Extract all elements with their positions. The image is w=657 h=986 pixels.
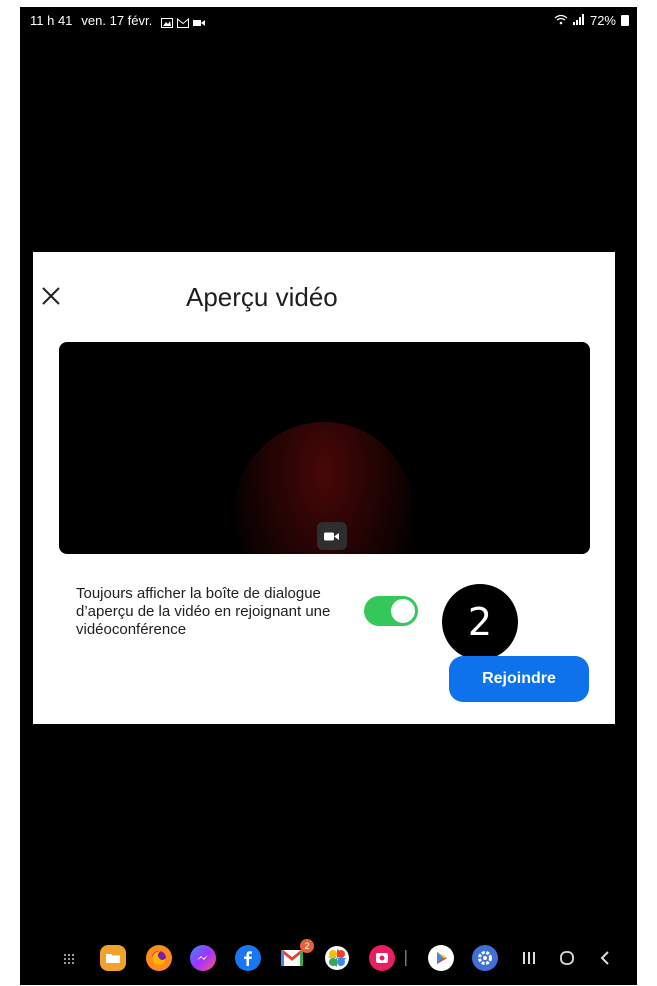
recents-icon[interactable]: [516, 945, 542, 971]
taskbar-divider: [404, 945, 408, 971]
video-icon: [193, 16, 206, 26]
join-button[interactable]: Rejoindre: [449, 656, 589, 702]
close-button[interactable]: [36, 283, 66, 313]
wifi-icon: [554, 13, 568, 28]
play-store-icon[interactable]: [428, 945, 454, 971]
messenger-icon[interactable]: [190, 945, 216, 971]
gmail-icon: [177, 16, 190, 28]
photos-icon[interactable]: [324, 945, 350, 971]
home-icon[interactable]: [554, 945, 580, 971]
gmail-notification-badge: 2: [300, 939, 314, 953]
notification-icons: [161, 16, 206, 28]
dialog-title: Aperçu vidéo: [186, 282, 338, 312]
always-show-preview-toggle[interactable]: [364, 596, 418, 626]
screen-recorder-icon[interactable]: [369, 945, 395, 971]
step-number-badge: 2: [442, 584, 518, 660]
status-bar: 11 h 41 ven. 17 févr. 72%: [20, 7, 637, 33]
status-time: 11 h 41: [30, 13, 73, 28]
battery-percent: 72%: [589, 13, 616, 28]
toggle-knob: [391, 599, 415, 623]
battery-icon: [621, 15, 629, 26]
settings-icon[interactable]: [472, 945, 498, 971]
gallery-icon: [161, 16, 174, 28]
facebook-icon[interactable]: [235, 945, 261, 971]
files-icon[interactable]: [100, 945, 126, 971]
video-preview-area: [59, 342, 590, 554]
status-date: ven. 17 févr.: [81, 13, 153, 28]
signal-icon: [572, 13, 585, 28]
camera-icon: [317, 522, 347, 550]
toggle-label: Toujours afficher la boîte de dialogue d…: [76, 585, 331, 638]
firefox-icon[interactable]: [146, 945, 172, 971]
taskbar: 2: [20, 939, 637, 975]
back-icon[interactable]: [592, 945, 618, 971]
apps-grid-icon[interactable]: [56, 945, 82, 971]
close-icon[interactable]: [41, 286, 61, 311]
